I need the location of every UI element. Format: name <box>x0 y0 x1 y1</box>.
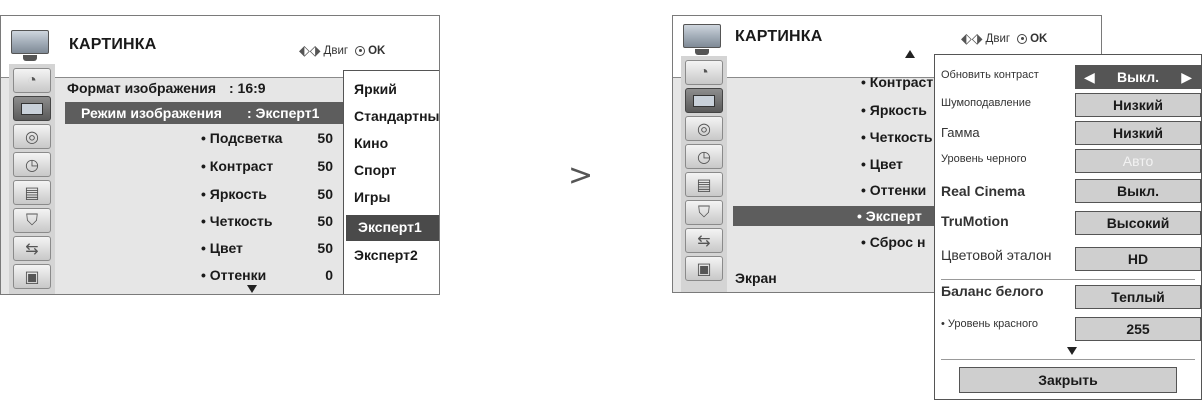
scroll-down-icon[interactable] <box>247 285 257 293</box>
menu-item-brightness[interactable]: • Яркость <box>201 186 267 202</box>
mode-option-game[interactable]: Игры <box>354 189 390 205</box>
picture-mode-dropdown: Яркий Стандартный Кино Спорт Игры Экспер… <box>343 70 439 294</box>
menu-item-tint[interactable]: • Оттенки <box>201 267 266 283</box>
setting-red-level-value[interactable]: 255 <box>1075 317 1201 341</box>
menu-item-contrast-value: 50 <box>317 158 333 174</box>
menu-item-brightness[interactable]: • Яркость <box>861 102 927 118</box>
setting-white-balance-label: Баланс белого <box>941 283 1044 299</box>
setting-red-level-label: • Уровень красного <box>941 318 1038 330</box>
menu-item-contrast[interactable]: • Контраст <box>201 158 273 174</box>
menu-item-reset[interactable]: • Сброс н <box>861 234 925 250</box>
expert-settings-popup: Обновить контраст ◀ Выкл. ▶ Шумоподавлен… <box>934 54 1202 400</box>
right-category-sidebar: ◔ ◎ ◷ ▤ ⛉ ⇆ ▣ <box>681 56 727 292</box>
setting-noise-reduction-label: Шумоподавление <box>941 97 1031 109</box>
sidebar-icon-time[interactable]: ◷ <box>13 152 51 177</box>
left-category-sidebar: ◔ ◎ ◷ ▤ ⛉ ⇆ ▣ <box>9 64 55 294</box>
menu-item-color-value: 50 <box>317 240 333 256</box>
menu-item-sharpness[interactable]: • Четкость <box>861 129 933 145</box>
sidebar-icon-option[interactable]: ▤ <box>685 172 723 197</box>
setting-dynamic-contrast-label: Обновить контраст <box>941 69 1039 81</box>
setting-black-level-label: Уровень черного <box>941 153 1027 165</box>
sidebar-icon-audio[interactable]: ◎ <box>685 116 723 141</box>
nav-move-label: Двиг <box>323 44 349 57</box>
sidebar-icon-picture[interactable] <box>13 96 51 121</box>
divider <box>941 359 1195 360</box>
tv-icon <box>7 28 53 62</box>
sidebar-icon-usb[interactable]: ▣ <box>13 264 51 289</box>
menu-item-aspect-ratio[interactable]: Формат изображения <box>67 80 216 96</box>
setting-gamma-value[interactable]: Низкий <box>1075 121 1201 145</box>
menu-item-picture-mode-value: : Эксперт1 <box>247 105 320 121</box>
menu-item-backlight[interactable]: • Подсветка <box>201 130 282 146</box>
menu-item-tint[interactable]: • Оттенки <box>861 182 926 198</box>
menu-item-color[interactable]: • Цвет <box>201 240 243 256</box>
setting-trumotion-value[interactable]: Высокий <box>1075 211 1201 235</box>
nav-move-label: Двиг <box>985 32 1011 45</box>
setting-color-standard-value[interactable]: HD <box>1075 247 1201 271</box>
menu-item-sharpness-value: 50 <box>317 213 333 229</box>
ok-button-icon <box>355 45 366 56</box>
left-menu-title: КАРТИНКА <box>69 36 157 53</box>
sidebar-icon-option[interactable]: ▤ <box>13 180 51 205</box>
setting-dynamic-contrast-selector[interactable]: ◀ Выкл. ▶ <box>1075 65 1201 89</box>
menu-item-aspect-ratio-value: : 16:9 <box>229 80 266 96</box>
mode-option-standard[interactable]: Стандартный <box>354 108 439 124</box>
nav-ok-label: OK <box>1030 32 1048 45</box>
menu-item-expert: • Эксперт <box>857 208 922 224</box>
nav-ok-label: OK <box>368 44 386 57</box>
scroll-up-icon[interactable] <box>905 50 915 58</box>
setting-gamma-label: Гамма <box>941 125 980 140</box>
left-picture-menu: КАРТИНКА ⬖⬗ Двиг OK ◔ ◎ ◷ ▤ ⛉ ⇆ ▣ Формат… <box>0 15 440 295</box>
menu-item-contrast[interactable]: • Контраст <box>861 74 933 90</box>
menu-item-sharpness[interactable]: • Четкость <box>201 213 273 229</box>
sidebar-icon-setup[interactable]: ◔ <box>13 68 51 93</box>
setting-noise-reduction-value[interactable]: Низкий <box>1075 93 1201 117</box>
menu-item-tint-value: 0 <box>325 267 333 283</box>
sidebar-icon-time[interactable]: ◷ <box>685 144 723 169</box>
menu-item-backlight-value: 50 <box>317 130 333 146</box>
setting-white-balance-value[interactable]: Теплый <box>1075 285 1201 309</box>
scroll-down-icon[interactable] <box>1067 347 1077 355</box>
chevron-right-icon[interactable]: ▶ <box>1181 69 1192 86</box>
mode-option-vivid[interactable]: Яркий <box>354 81 397 97</box>
setting-color-standard-label: Цветовой эталон <box>941 247 1052 263</box>
menu-item-screen[interactable]: Экран <box>735 270 777 286</box>
close-button[interactable]: Закрыть <box>959 367 1177 393</box>
mode-option-sport[interactable]: Спорт <box>354 162 396 178</box>
sidebar-icon-input[interactable]: ⇆ <box>13 236 51 261</box>
sidebar-icon-lock[interactable]: ⛉ <box>685 200 723 225</box>
sidebar-icon-input[interactable]: ⇆ <box>685 228 723 253</box>
sidebar-icon-usb[interactable]: ▣ <box>685 256 723 281</box>
sidebar-icon-audio[interactable]: ◎ <box>13 124 51 149</box>
left-nav-hint: ⬖⬗ Двиг OK <box>299 42 385 59</box>
mode-option-expert2[interactable]: Эксперт2 <box>354 247 418 263</box>
mode-option-expert1: Эксперт1 <box>358 219 422 235</box>
setting-trumotion-label: TruMotion <box>941 213 1009 229</box>
sidebar-icon-lock[interactable]: ⛉ <box>13 208 51 233</box>
ok-button-icon <box>1017 33 1028 44</box>
setting-dynamic-contrast-value: Выкл. <box>1116 69 1160 85</box>
menu-item-picture-mode: Режим изображения <box>81 105 222 121</box>
menu-item-brightness-value: 50 <box>317 186 333 202</box>
move-arrows-icon: ⬖⬗ <box>299 42 321 58</box>
divider <box>941 279 1195 280</box>
sidebar-icon-picture[interactable] <box>685 88 723 113</box>
right-menu-title: КАРТИНКА <box>735 28 823 45</box>
menu-item-color[interactable]: • Цвет <box>861 156 903 172</box>
move-arrows-icon: ⬖⬗ <box>961 30 983 46</box>
left-header-bar: КАРТИНКА ⬖⬗ Двиг OK <box>1 16 439 78</box>
transition-arrow-icon: > <box>568 158 594 193</box>
tv-icon <box>679 22 725 56</box>
right-nav-hint: ⬖⬗ Двиг OK <box>961 30 1047 47</box>
setting-real-cinema-label: Real Cinema <box>941 183 1026 199</box>
sidebar-icon-setup[interactable]: ◔ <box>685 60 723 85</box>
setting-black-level-value: Авто <box>1075 149 1201 173</box>
setting-real-cinema-value[interactable]: Выкл. <box>1075 179 1201 203</box>
chevron-left-icon[interactable]: ◀ <box>1084 69 1095 86</box>
mode-option-cinema[interactable]: Кино <box>354 135 388 151</box>
